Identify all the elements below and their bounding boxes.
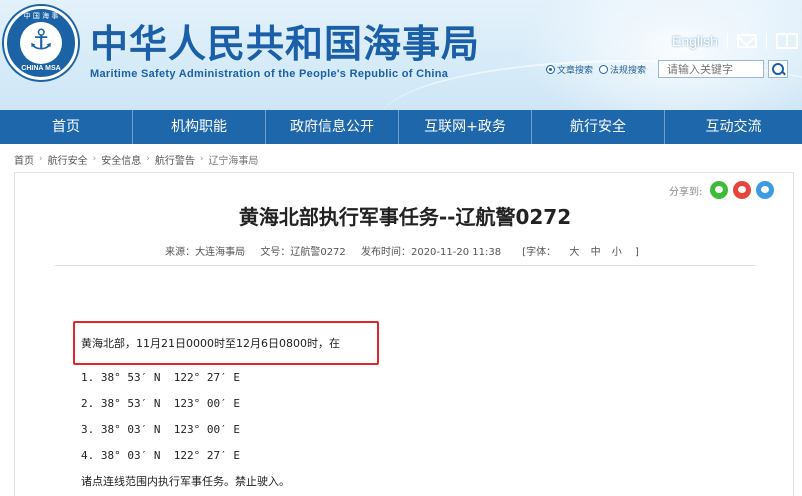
nav-organization[interactable]: 机构职能 bbox=[133, 110, 266, 144]
anchor-icon: ⚓ bbox=[28, 23, 54, 56]
chevron-right-icon: › bbox=[146, 154, 150, 164]
font-large-button[interactable]: 大 bbox=[569, 247, 579, 258]
font-small-button[interactable]: 小 bbox=[612, 247, 622, 258]
share-label: 分享到: bbox=[669, 186, 703, 198]
font-medium-button[interactable]: 中 bbox=[591, 247, 601, 258]
radio-icon bbox=[546, 64, 555, 74]
radio-label: 法规搜索 bbox=[610, 65, 647, 76]
coordinate-point: 3. 38° 03′ N 123° 00′ E bbox=[81, 423, 240, 436]
site-header: 中 国 海 事 ⚓ CHINA MSA 中华人民共和国海事局 Maritime … bbox=[0, 0, 802, 110]
coordinate-point: 4. 38° 03′ N 122° 27′ E bbox=[81, 449, 240, 462]
book-icon[interactable] bbox=[775, 33, 798, 49]
radio-icon bbox=[599, 64, 609, 74]
meta-doc-number: 文号：辽航警0272 bbox=[260, 247, 346, 258]
coordinate-point: 2. 38° 53′ N 123° 00′ E bbox=[81, 397, 240, 410]
logo-ring-top: 中 国 海 事 bbox=[23, 12, 59, 20]
nav-interaction[interactable]: 互动交流 bbox=[665, 110, 802, 144]
breadcrumb-home[interactable]: 首页 bbox=[14, 152, 34, 167]
article-intro: 黄海北部，11月21日0000时至12月6日0800时，在 bbox=[81, 337, 340, 350]
mail-icon[interactable] bbox=[736, 34, 757, 48]
search-type-regulation[interactable]: 法规搜索 bbox=[599, 63, 646, 76]
article-title: 黄海北部执行军事任务--辽航警0272 bbox=[238, 205, 572, 229]
msa-logo[interactable]: 中 国 海 事 ⚓ CHINA MSA bbox=[4, 6, 78, 80]
font-size-label: [字体： bbox=[522, 247, 557, 258]
article-closing: 诸点连线范围内执行军事任务。禁止驶入。 bbox=[81, 475, 290, 488]
chevron-right-icon: › bbox=[92, 154, 97, 164]
meta-source: 来源：大连海事局 bbox=[165, 247, 246, 258]
meta-publish-time: 发布时间：2020-11-20 11:38 bbox=[360, 247, 502, 258]
breadcrumb-navigation-safety[interactable]: 航行安全 bbox=[48, 152, 88, 167]
search-icon[interactable] bbox=[768, 60, 789, 78]
header-tools: English bbox=[672, 30, 798, 52]
nav-navigation-safety[interactable]: 航行安全 bbox=[532, 110, 665, 144]
chevron-right-icon: › bbox=[199, 154, 204, 164]
breadcrumb-nav-warnings[interactable]: 航行警告 bbox=[155, 152, 195, 167]
qq-icon[interactable] bbox=[756, 181, 775, 199]
breadcrumb-safety-info[interactable]: 安全信息 bbox=[101, 152, 141, 167]
english-link[interactable]: English bbox=[672, 33, 718, 49]
site-title[interactable]: 中华人民共和国海事局 bbox=[90, 22, 480, 66]
header-divider bbox=[726, 33, 728, 49]
main-nav: 首页 机构职能 政府信息公开 互联网+政务 航行安全 互动交流 bbox=[0, 110, 802, 144]
site-subtitle: Maritime Safety Administration of the Pe… bbox=[90, 68, 449, 80]
header-divider bbox=[765, 33, 767, 49]
font-size-controls: [字体： 大 中 小 ] bbox=[516, 247, 645, 258]
article-meta: 来源：大连海事局 文号：辽航警0272 发布时间：2020-11-20 11:3… bbox=[15, 243, 795, 258]
nav-internet-services[interactable]: 互联网+政务 bbox=[399, 110, 532, 144]
logo-ring-bottom: CHINA MSA bbox=[21, 65, 61, 72]
breadcrumb-liaoning-msa: 辽宁海事局 bbox=[208, 155, 259, 167]
search-input[interactable] bbox=[658, 60, 765, 78]
wechat-icon[interactable] bbox=[710, 181, 729, 199]
nav-home[interactable]: 首页 bbox=[0, 110, 133, 144]
radio-label: 文章搜索 bbox=[557, 65, 594, 76]
search-bar: 文章搜索 法规搜索 bbox=[546, 60, 789, 78]
search-type-article[interactable]: 文章搜索 bbox=[546, 63, 593, 76]
font-size-close: ] bbox=[634, 247, 639, 258]
share-bar: 分享到: bbox=[669, 181, 779, 199]
chevron-right-icon: › bbox=[39, 154, 43, 164]
meta-divider bbox=[55, 265, 755, 266]
coordinate-point: 1. 38° 53′ N 122° 27′ E bbox=[81, 371, 240, 384]
nav-government-info[interactable]: 政府信息公开 bbox=[266, 110, 399, 144]
weibo-icon[interactable] bbox=[733, 181, 752, 199]
breadcrumb: 首页 › 航行安全 › 安全信息 › 航行警告 › 辽宁海事局 bbox=[14, 152, 259, 167]
article-panel: 分享到: 黄海北部执行军事任务--辽航警0272 来源：大连海事局 文号：辽航警… bbox=[14, 172, 794, 496]
